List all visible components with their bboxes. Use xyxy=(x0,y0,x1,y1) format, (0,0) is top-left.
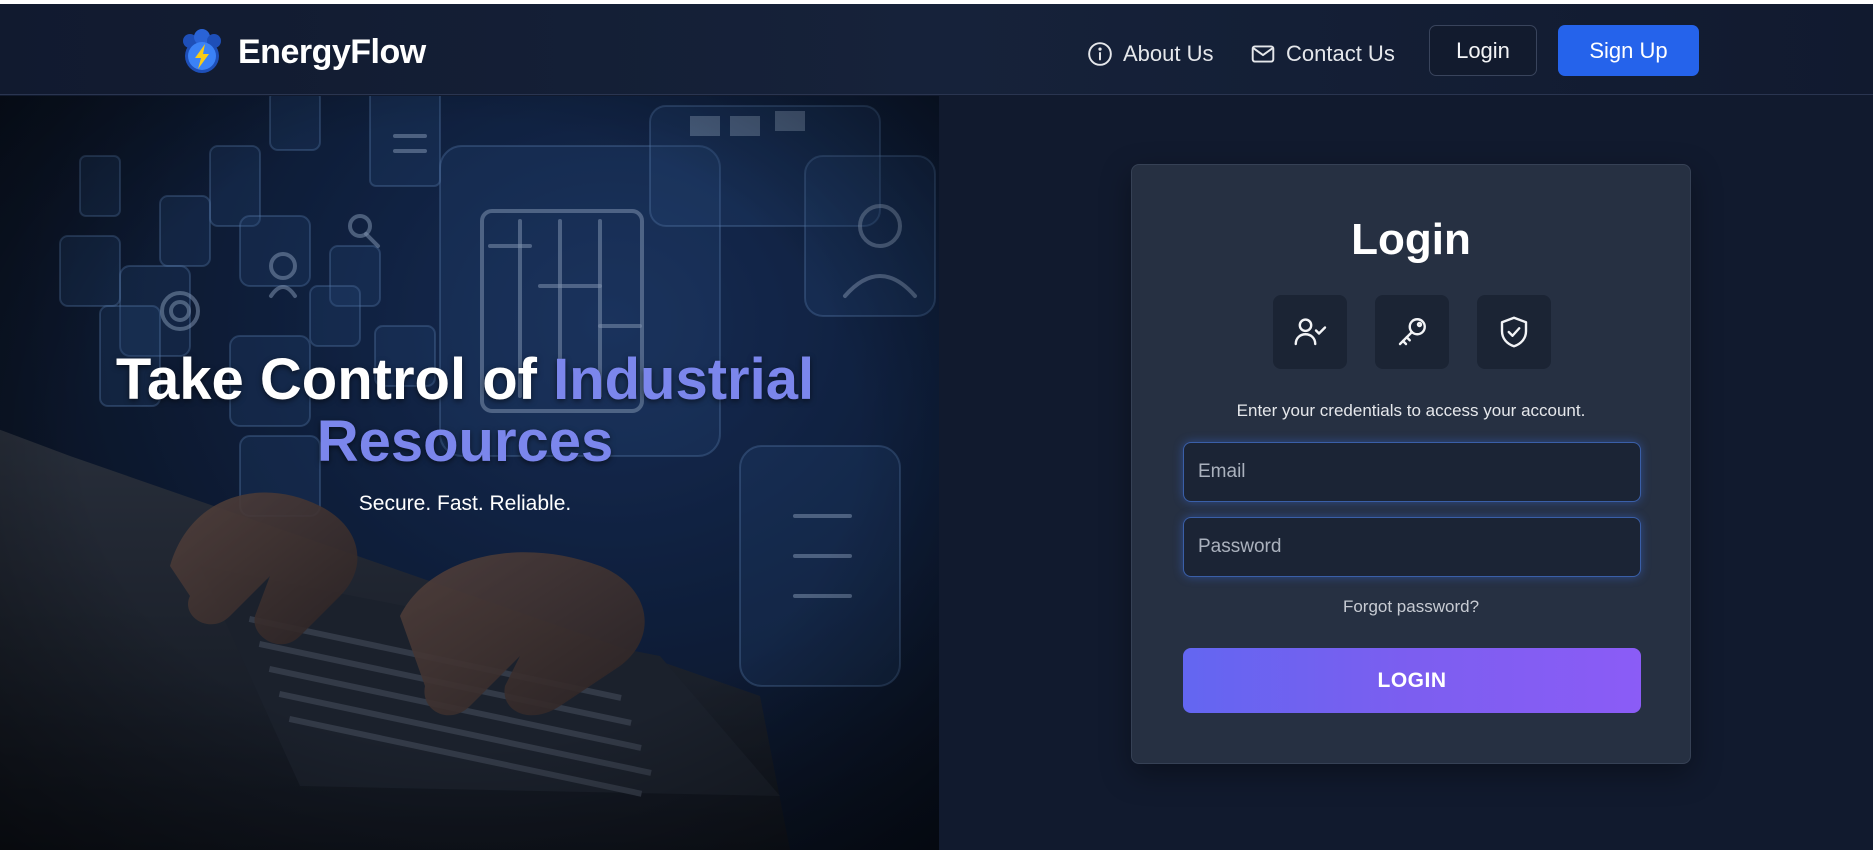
nav-contact-us[interactable]: Contact Us xyxy=(1250,34,1395,74)
hero-title: Take Control of Industrial Resources xyxy=(60,349,870,473)
app-root: EnergyFlow About Us Contact Us Login Sig… xyxy=(0,4,1873,850)
shield-check-icon xyxy=(1500,316,1528,348)
forgot-password-link[interactable]: Forgot password? xyxy=(1132,597,1690,617)
brand-name: EnergyFlow xyxy=(238,32,426,71)
nav-about-us[interactable]: About Us xyxy=(1087,34,1214,74)
mail-icon xyxy=(1251,45,1275,63)
login-card-title: Login xyxy=(1351,215,1471,264)
brand[interactable]: EnergyFlow xyxy=(178,27,426,77)
login-submit-button[interactable]: LOGIN xyxy=(1183,648,1641,713)
user-check-tile xyxy=(1273,295,1347,369)
top-navbar: EnergyFlow About Us Contact Us Login Sig… xyxy=(0,4,1873,95)
user-check-icon xyxy=(1294,318,1327,346)
shield-check-tile xyxy=(1477,295,1551,369)
key-tile xyxy=(1375,295,1449,369)
hero-section: Take Control of Industrial Resources Sec… xyxy=(0,96,939,850)
key-icon xyxy=(1398,318,1426,346)
login-card: Login Enter your credentials to access y… xyxy=(1131,164,1691,764)
energy-logo-icon xyxy=(183,29,221,73)
hero-subtitle: Secure. Fast. Reliable. xyxy=(358,492,572,515)
password-field[interactable] xyxy=(1183,517,1641,577)
nav-about-label: About Us xyxy=(1123,41,1214,66)
hero-title-main: Take Control of xyxy=(115,347,554,412)
nav-signup-button[interactable]: Sign Up xyxy=(1558,25,1699,76)
nav-login-button[interactable]: Login xyxy=(1429,25,1537,76)
email-field[interactable] xyxy=(1183,442,1641,502)
nav-contact-label: Contact Us xyxy=(1286,41,1395,66)
info-icon xyxy=(1088,42,1112,66)
login-description: Enter your credentials to access your ac… xyxy=(1236,401,1586,420)
